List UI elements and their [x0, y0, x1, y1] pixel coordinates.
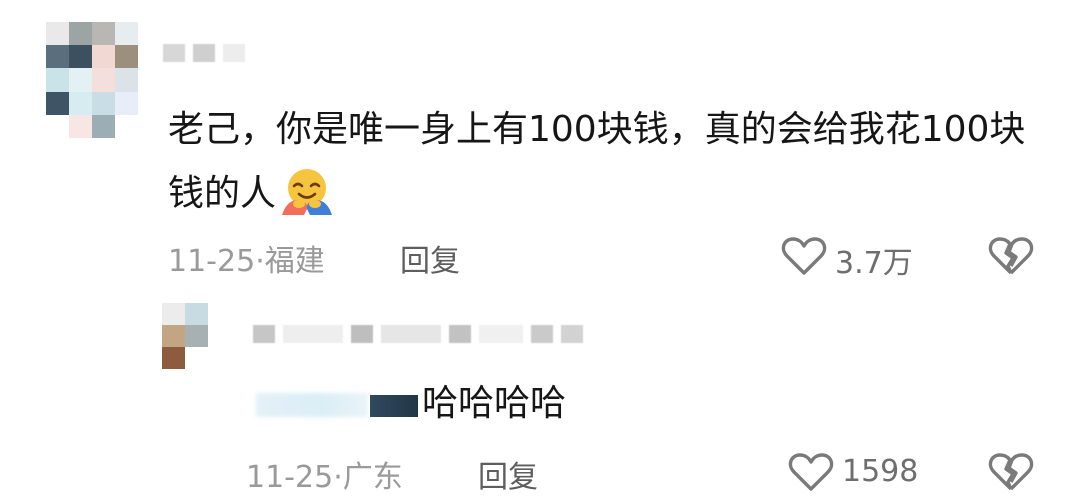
username-blur-block — [561, 325, 583, 343]
avatar-mosaic-cell — [69, 68, 92, 92]
like-count: 3.7万 — [835, 246, 913, 281]
commenter-username-blurred[interactable] — [163, 44, 245, 62]
username-blur-block — [381, 325, 441, 343]
comment-text: 老己，你是唯一身上有100块钱，真的会给我花100块钱的人 — [168, 98, 1028, 238]
username-blur-block — [531, 325, 553, 343]
avatar-mosaic-cell — [92, 91, 115, 115]
reply-time: 11-25 — [246, 460, 334, 495]
avatar-mosaic-cell — [115, 68, 138, 92]
username-blur-block — [223, 44, 245, 62]
replier-avatar[interactable] — [162, 303, 208, 369]
username-blur-block — [351, 325, 373, 343]
avatar-mosaic-cell — [46, 91, 69, 115]
comment-time: 11-25 — [168, 244, 256, 279]
avatar-mosaic-cell — [115, 91, 138, 115]
heart-icon[interactable] — [781, 236, 827, 280]
username-blur-block — [163, 44, 185, 62]
avatar-mosaic-cell — [115, 45, 138, 69]
dislike-broken-heart-icon[interactable] — [988, 452, 1034, 496]
username-blur-block — [479, 325, 523, 343]
username-blur-block — [283, 325, 343, 343]
meta-separator: · — [255, 244, 265, 279]
heart-icon[interactable] — [788, 452, 834, 496]
avatar-mosaic-cell — [92, 68, 115, 92]
reply-button[interactable]: 回复 — [400, 244, 460, 279]
avatar-mosaic-cell — [69, 114, 92, 138]
reply-button[interactable]: 回复 — [478, 460, 538, 495]
avatar-mosaic-cell — [185, 325, 208, 347]
reply-text: 哈哈哈哈 — [422, 383, 567, 424]
avatar-mosaic-cell — [92, 22, 115, 46]
reply-location: 广东 — [342, 460, 403, 495]
comment-reply-link-wrap: 回复 — [400, 236, 460, 280]
comment-meta: 11-25·福建 — [168, 236, 325, 280]
avatar-mosaic-cell — [92, 45, 115, 69]
dislike-broken-heart-icon[interactable] — [988, 236, 1034, 280]
avatar-mosaic-cell — [185, 303, 208, 325]
meta-separator: · — [333, 460, 343, 495]
avatar-mosaic-cell — [46, 114, 69, 138]
comment-location: 福建 — [264, 244, 325, 279]
avatar-mosaic-cell — [92, 114, 115, 138]
comment-item: 老己，你是唯一身上有100块钱，真的会给我花100块钱的人 11-25·福建 回… — [0, 0, 1080, 300]
avatar-mosaic-cell — [115, 22, 138, 46]
reply-reply-link-wrap: 回复 — [478, 452, 538, 496]
like-count: 1598 — [842, 454, 919, 489]
avatar-mosaic-cell — [185, 347, 208, 369]
username-blur-block — [193, 44, 215, 62]
avatar-mosaic-cell — [69, 22, 92, 46]
avatar-mosaic-cell — [69, 91, 92, 115]
avatar-mosaic-cell — [162, 325, 185, 347]
reply-meta: 11-25·广东 — [246, 452, 403, 496]
avatar-mosaic-cell — [46, 45, 69, 69]
username-blur-block — [449, 325, 471, 343]
mentioned-user-blurred[interactable] — [256, 393, 368, 417]
commenter-avatar[interactable] — [46, 22, 138, 138]
mention-redaction-mark — [370, 395, 418, 417]
username-blur-block — [253, 325, 275, 343]
avatar-mosaic-cell — [162, 303, 185, 325]
avatar-mosaic-cell — [46, 22, 69, 46]
avatar-mosaic-cell — [46, 68, 69, 92]
avatar-mosaic-cell — [162, 347, 185, 369]
avatar-mosaic-cell — [115, 114, 138, 138]
avatar-mosaic-cell — [69, 45, 92, 69]
replier-username-blurred[interactable] — [253, 325, 583, 343]
hugging-face-icon — [280, 167, 334, 238]
